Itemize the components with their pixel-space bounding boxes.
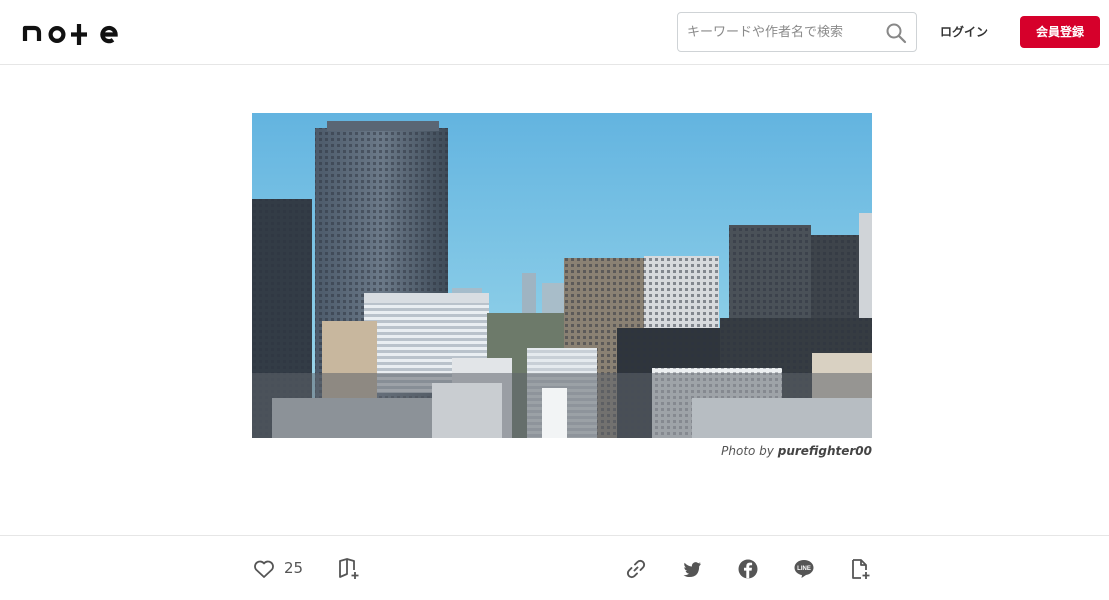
heart-icon[interactable] <box>252 557 276 581</box>
photo-credit-author[interactable]: purefighter00 <box>778 444 872 458</box>
photo-credit-prefix: Photo by <box>721 444 774 458</box>
article-action-bar: 25 LINE <box>0 535 1109 600</box>
photo-credit: Photo by purefighter00 <box>600 444 872 458</box>
facebook-icon[interactable] <box>736 557 760 581</box>
article-hero-image <box>252 113 872 438</box>
site-header: note ログイン 会員登録 <box>0 0 1109 65</box>
svg-text:LINE: LINE <box>797 566 811 572</box>
note-logo[interactable]: note <box>22 16 124 48</box>
like-count: 25 <box>284 559 304 577</box>
embed-icon[interactable] <box>848 557 872 581</box>
magazine-add-icon[interactable] <box>337 557 361 581</box>
search-input[interactable] <box>678 13 878 51</box>
login-button[interactable]: ログイン <box>930 20 998 44</box>
twitter-icon[interactable] <box>680 557 704 581</box>
search-box[interactable] <box>677 12 917 52</box>
search-icon[interactable] <box>885 22 907 44</box>
signup-button[interactable]: 会員登録 <box>1020 16 1100 48</box>
line-icon[interactable]: LINE <box>792 557 816 581</box>
link-icon[interactable] <box>624 557 648 581</box>
